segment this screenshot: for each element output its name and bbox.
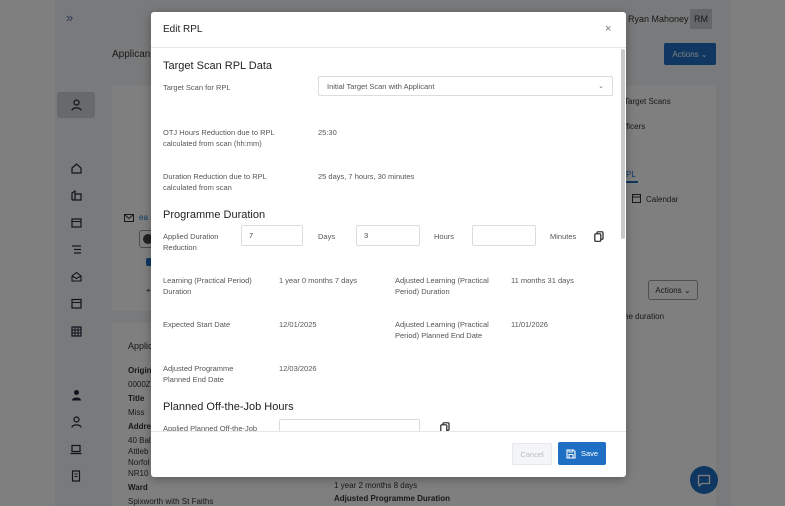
learning-duration-label: Learning (Practical Period) Duration [163, 276, 252, 296]
close-icon[interactable]: × [605, 23, 611, 35]
section-title-target-scan: Target Scan RPL Data [163, 60, 273, 72]
target-scan-selected: Initial Target Scan with Applicant [327, 81, 435, 91]
cancel-button[interactable]: Cancel [512, 443, 552, 465]
target-scan-select[interactable]: Initial Target Scan with Applicant ⌄ [318, 76, 613, 96]
days-unit-label: Days [318, 232, 336, 241]
save-label: Save [580, 449, 599, 458]
learning-duration-value: 1 year 0 months 7 days [279, 276, 357, 285]
section-title-off-the-job: Planned Off-the-Job Hours [163, 401, 294, 413]
edit-rpl-modal: Edit RPL × Target Scan RPL Data Target S… [151, 12, 626, 477]
adjusted-programme-end-value: 12/03/2026 [279, 364, 317, 373]
adjusted-programme-end-label: Adjusted Programme Planned End Date [163, 364, 234, 384]
hours-unit-label: Hours [434, 232, 455, 241]
adjusted-learning-end-label: Adjusted Learning (Practical Period) Pla… [395, 320, 489, 340]
modal-scrollbar[interactable] [621, 49, 625, 432]
duration-reduction-label: Duration Reduction due to RPL calculated… [163, 172, 267, 192]
save-button[interactable]: Save [558, 442, 606, 465]
expected-start-value: 12/01/2025 [279, 320, 317, 329]
scroll-thumb[interactable] [621, 49, 625, 239]
minutes-input[interactable] [472, 225, 536, 246]
modal-title: Edit RPL [163, 24, 203, 35]
modal-footer: Cancel Save [151, 431, 626, 477]
section-title-programme-duration: Programme Duration [163, 209, 266, 221]
hours-input[interactable] [356, 225, 420, 246]
target-scan-label: Target Scan for RPL [163, 83, 231, 92]
applied-duration-label: Applied Duration Reduction [163, 232, 219, 252]
adjusted-learning-end-value: 11/01/2026 [511, 320, 548, 329]
otj-hours-label: OTJ Hours Reduction due to RPL calculate… [163, 128, 275, 148]
minutes-unit-label: Minutes [550, 232, 577, 241]
days-input[interactable] [241, 225, 303, 246]
duration-reduction-value: 25 days, 7 hours, 30 minutes [318, 172, 415, 181]
expected-start-label: Expected Start Date [163, 320, 231, 329]
chevron-down-icon: ⌄ [598, 83, 604, 90]
adjusted-learning-duration-value: 11 months 31 days [511, 276, 574, 285]
modal-body[interactable]: Target Scan RPL Data Target Scan for RPL… [151, 49, 626, 432]
save-icon [566, 448, 576, 459]
otj-hours-value: 25:30 [318, 128, 337, 137]
modal-header: Edit RPL × [151, 12, 626, 48]
adjusted-learning-duration-label: Adjusted Learning (Practical Period) Dur… [395, 276, 489, 296]
copy-icon[interactable] [594, 231, 604, 242]
